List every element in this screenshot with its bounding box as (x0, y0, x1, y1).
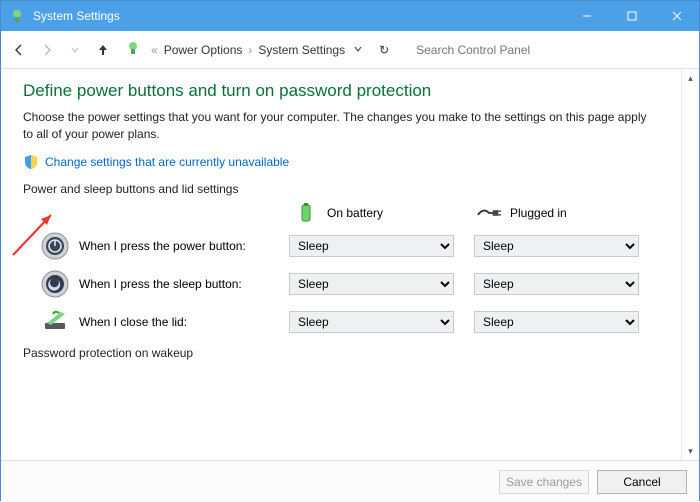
column-plugged-in: Plugged in (476, 200, 659, 226)
row-close-lid: When I close the lid: Sleep Sleep (23, 308, 659, 336)
scroll-down-icon[interactable]: ▾ (682, 442, 699, 460)
section-password: Password protection on wakeup (23, 346, 659, 360)
row-sleep-button: When I press the sleep button: Sleep Sle… (23, 270, 659, 298)
plug-icon (476, 200, 502, 226)
search-input[interactable] (409, 38, 693, 62)
page-heading: Define power buttons and turn on passwor… (23, 81, 659, 101)
laptop-lid-icon (41, 308, 69, 336)
recent-dropdown[interactable] (63, 38, 87, 62)
sleep-button-plugged-select[interactable]: Sleep (474, 273, 639, 295)
row-sleep-label: When I press the sleep button: (79, 277, 289, 291)
up-button[interactable] (91, 38, 115, 62)
chevron-right-icon: › (248, 43, 252, 57)
cancel-button[interactable]: Cancel (597, 470, 687, 494)
power-button-plugged-select[interactable]: Sleep (474, 235, 639, 257)
forward-button[interactable] (35, 38, 59, 62)
path-dropdown[interactable] (353, 43, 363, 57)
change-settings-link[interactable]: Change settings that are currently unava… (45, 155, 289, 169)
column-on-battery: On battery (293, 200, 476, 226)
toolbar: « Power Options › System Settings ↻ (1, 31, 699, 69)
scroll-up-icon[interactable]: ▴ (682, 69, 699, 87)
row-power-label: When I press the power button: (79, 239, 289, 253)
breadcrumb-power-options[interactable]: Power Options (164, 43, 243, 57)
footer-bar: Save changes Cancel (1, 460, 699, 502)
power-button-battery-select[interactable]: Sleep (289, 235, 454, 257)
battery-icon (293, 200, 319, 226)
app-icon (9, 8, 25, 24)
breadcrumb-sep: « (151, 43, 158, 57)
breadcrumb-system-settings[interactable]: System Settings (258, 43, 345, 57)
row-lid-label: When I close the lid: (79, 315, 289, 329)
close-button[interactable] (654, 1, 699, 31)
section-power-sleep: Power and sleep buttons and lid settings (23, 182, 659, 196)
row-power-button: When I press the power button: Sleep Sle… (23, 232, 659, 260)
power-button-icon (41, 232, 69, 260)
titlebar: System Settings (1, 1, 699, 31)
lid-plugged-select[interactable]: Sleep (474, 311, 639, 333)
lid-battery-select[interactable]: Sleep (289, 311, 454, 333)
minimize-button[interactable] (564, 1, 609, 31)
page-description: Choose the power settings that you want … (23, 109, 659, 144)
location-icon (125, 40, 141, 59)
maximize-button[interactable] (609, 1, 654, 31)
refresh-button[interactable]: ↻ (373, 43, 395, 57)
sleep-button-battery-select[interactable]: Sleep (289, 273, 454, 295)
shield-icon (23, 154, 39, 170)
sleep-button-icon (41, 270, 69, 298)
column-battery-label: On battery (327, 206, 383, 220)
window-title: System Settings (33, 9, 120, 23)
save-button[interactable]: Save changes (499, 470, 589, 494)
back-button[interactable] (7, 38, 31, 62)
column-plugged-label: Plugged in (510, 206, 567, 220)
content-area: Define power buttons and turn on passwor… (1, 69, 681, 460)
scrollbar[interactable]: ▴ ▾ (681, 69, 699, 460)
